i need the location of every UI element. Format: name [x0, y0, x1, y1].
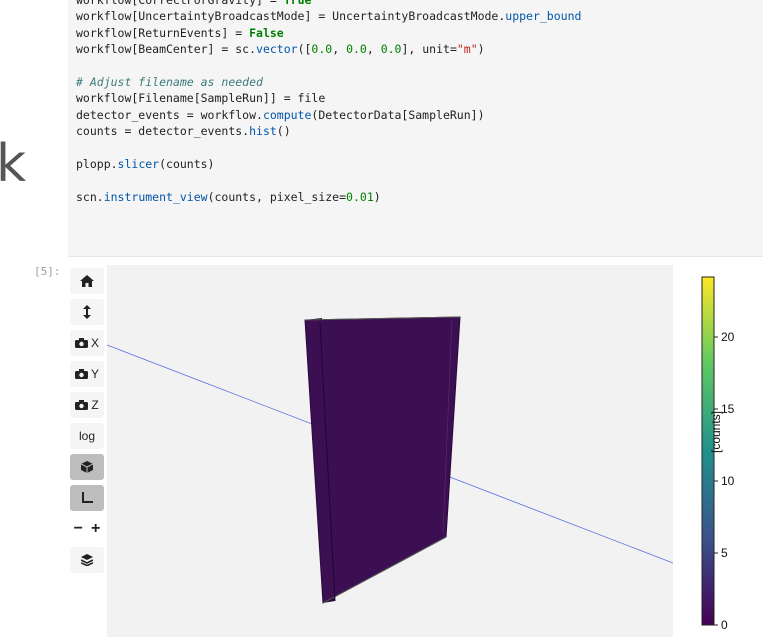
code-token: ], unit=: [401, 42, 457, 57]
camera-y-label: Y: [90, 367, 99, 381]
home-icon: [80, 275, 94, 287]
code-token: 0.0: [346, 42, 367, 57]
code-token: vector: [256, 42, 298, 57]
code-token: ([: [297, 42, 312, 57]
layers-button[interactable]: [70, 547, 104, 573]
size-buttons: − +: [70, 516, 104, 542]
code-token: # Adjust filename as needed: [76, 74, 263, 89]
code-token: hist: [249, 124, 277, 139]
code-line: workflow[ReturnEvents] = False: [76, 25, 581, 41]
colorbar-tick-label: 20: [721, 330, 735, 344]
code-line: # Adjust filename as needed: [76, 74, 581, 90]
code-token: 0.01: [346, 189, 374, 204]
camera-x-button[interactable]: X: [70, 330, 104, 356]
camera-z-label: Z: [91, 398, 99, 412]
code-token: ): [477, 42, 485, 57]
colorbar: 20 15 10 5 0 [counts]: [680, 265, 763, 637]
code-token: (counts): [159, 156, 215, 171]
code-line: plopp.slicer(counts): [76, 156, 581, 172]
code-token: (): [276, 124, 291, 139]
colorbar-tick-label: 0: [721, 618, 728, 632]
code-token: upper_bound: [505, 9, 582, 24]
code-line: workflow[BeamCenter] = sc.vector([0.0, 0…: [76, 41, 581, 57]
viewer-toolbar: X Y Z log − +: [70, 268, 104, 578]
code-token: (DetectorData[SampleRun]): [311, 107, 485, 122]
code-token: "m": [456, 42, 478, 57]
camera-icon: [74, 338, 88, 348]
code-token: detector_events = workflow.: [76, 107, 263, 122]
increase-size-button[interactable]: +: [91, 520, 100, 538]
code-token: False: [249, 25, 284, 40]
code-token: plopp.: [76, 156, 118, 171]
axes-icon: [82, 492, 93, 503]
code-token: slicer: [117, 156, 160, 171]
colorbar-tick-label: 5: [721, 546, 728, 560]
code-line: workflow[UncertaintyBroadcastMode] = Unc…: [76, 8, 581, 24]
decrease-size-button[interactable]: −: [74, 520, 83, 538]
code-token: workflow[BeamCenter] = sc.: [76, 42, 257, 57]
code-cell[interactable]: workflow[CorrectForGravity] = True workfl…: [68, 0, 763, 257]
detector-panel: [304, 316, 461, 604]
code-token: 0.0: [311, 42, 333, 57]
colorbar-tick-label: 15: [721, 402, 735, 416]
code-token: ): [373, 189, 381, 204]
camera-y-button[interactable]: Y: [70, 361, 104, 387]
code-token: workflow[CorrectForGravity] =: [76, 0, 284, 7]
camera-icon: [74, 369, 88, 379]
camera-icon: [75, 400, 89, 410]
cube-icon: [81, 461, 93, 473]
code-token: counts = detector_events.: [76, 124, 250, 139]
camera-reset-button[interactable]: [70, 299, 104, 325]
code-line: counts = detector_events.hist(): [76, 123, 581, 139]
layers-icon: [81, 554, 93, 566]
log-label: log: [78, 429, 95, 443]
box-toggle-button[interactable]: [70, 454, 104, 480]
colorbar-label: [counts]: [709, 410, 723, 454]
code-token: compute: [262, 107, 312, 122]
log-button[interactable]: log: [70, 423, 104, 449]
code-token: scn.: [76, 189, 104, 204]
axes-toggle-button[interactable]: [70, 485, 104, 511]
vertical-arrows-icon: [83, 305, 91, 319]
code-line: workflow[Filename[SampleRun]] = file: [76, 90, 581, 106]
camera-z-button[interactable]: Z: [70, 392, 104, 418]
code-token: ,: [366, 42, 381, 57]
code-token: ,: [332, 42, 347, 57]
code-token: True: [283, 0, 312, 7]
partial-heading-text: k: [0, 134, 27, 194]
code-token: (counts, pixel_size=: [207, 189, 347, 204]
output-prompt: [5]:: [34, 265, 61, 278]
code-editor[interactable]: workflow[CorrectForGravity] = True workfl…: [76, 0, 581, 205]
3d-viewport[interactable]: [107, 265, 673, 637]
code-token: instrument_view: [103, 189, 208, 204]
code-line: detector_events = workflow.compute(Detec…: [76, 107, 581, 123]
colorbar-tick-label: 10: [721, 474, 735, 488]
code-line: workflow[CorrectForGravity] = True: [76, 0, 581, 8]
camera-x-label: X: [90, 336, 99, 350]
code-token: workflow[ReturnEvents] =: [76, 25, 250, 40]
code-line: scn.instrument_view(counts, pixel_size=0…: [76, 189, 581, 205]
code-token: workflow[UncertaintyBroadcastMode] = Unc…: [76, 9, 506, 24]
code-token: 0.0: [380, 42, 402, 57]
scene-canvas[interactable]: [107, 265, 673, 637]
home-button[interactable]: [70, 268, 104, 294]
code-token: workflow[Filename[SampleRun]] = file: [76, 91, 326, 106]
